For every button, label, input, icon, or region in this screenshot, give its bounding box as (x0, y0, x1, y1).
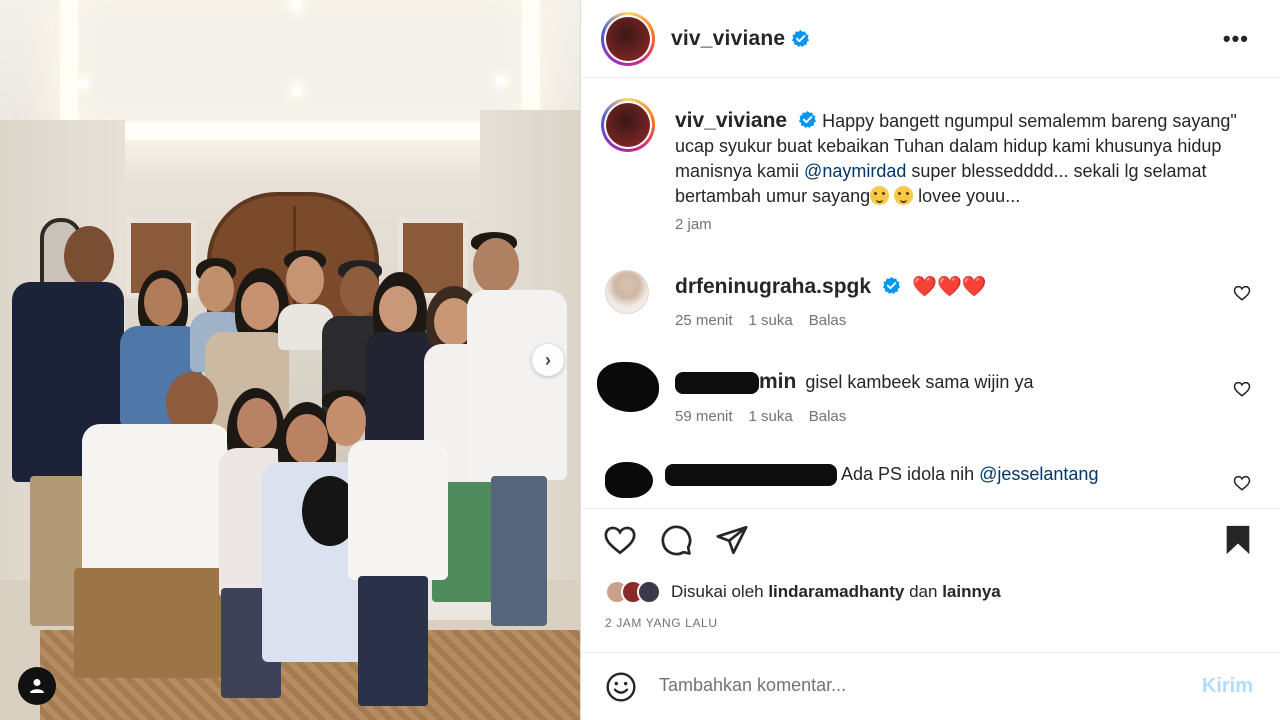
likes-middle: dan (904, 582, 943, 601)
caption-time[interactable]: 2 jam (675, 216, 712, 233)
author-username[interactable]: viv_viviane (671, 27, 785, 51)
comment-heart-icon[interactable] (1233, 474, 1251, 492)
post-action-bar (581, 508, 1280, 570)
comment-time[interactable]: 59 menit (675, 408, 733, 425)
likes-summary: Disukai oleh lindaramadhanty dan lainnya (605, 580, 1001, 604)
next-arrow-icon: › (545, 349, 551, 370)
likes-prefix: Disukai oleh (671, 582, 769, 601)
comment-input[interactable] (659, 675, 1159, 696)
photo-spotlight (78, 78, 88, 88)
comment-text: gisel kambeek sama wijin ya (805, 372, 1034, 392)
comment-heart-icon[interactable] (1233, 380, 1251, 398)
comment-heart-icon[interactable] (1233, 284, 1251, 302)
likes-text: Disukai oleh lindaramadhanty dan lainnya (671, 582, 1001, 602)
blowing-kiss-emoji-icon (894, 186, 914, 205)
verified-icon (882, 276, 901, 295)
tag-person-icon (30, 679, 44, 693)
commenter-username-partial[interactable]: min (759, 370, 796, 393)
next-image-button[interactable]: › (532, 344, 564, 376)
tagged-people-button[interactable] (18, 667, 56, 705)
photo-person (74, 372, 234, 692)
comment-text: ❤️❤️❤️ (912, 276, 987, 298)
post-timestamp[interactable]: 2 JAM YANG LALU (605, 616, 718, 630)
blowing-kiss-emoji-icon (870, 186, 890, 205)
share-icon[interactable] (715, 523, 749, 557)
photo-spotlight (496, 76, 506, 86)
photo-spotlight (292, 86, 302, 96)
caption-mention[interactable]: @naymirdad (804, 161, 906, 181)
post-photo[interactable]: › (0, 0, 580, 720)
caption-username[interactable]: viv_viviane (675, 109, 787, 132)
caption-author-avatar[interactable] (601, 98, 655, 152)
liker-username[interactable]: lindaramadhanty (768, 582, 904, 601)
comment-meta: 25 menit 1 suka Balas (675, 312, 846, 329)
caption-body-end: lovee youu... (913, 186, 1021, 206)
comment-time[interactable]: 25 menit (675, 312, 733, 329)
comment-body: Ada PS idola nih @jesselantang (665, 464, 1098, 487)
photo-ceiling-light (60, 0, 540, 140)
photo-spotlight (292, 0, 302, 10)
comment-like-count[interactable]: 1 suka (749, 408, 793, 425)
more-options-button[interactable]: ••• (1223, 26, 1249, 52)
commenter-avatar-redacted[interactable] (597, 362, 659, 412)
comment-meta: 59 menit 1 suka Balas (675, 408, 846, 425)
commenter-avatar[interactable] (605, 270, 649, 314)
comment-reply-button[interactable]: Balas (809, 312, 847, 329)
comment-mention[interactable]: @jesselantang (979, 464, 1098, 484)
author-avatar[interactable] (601, 11, 655, 66)
comment-like-count[interactable]: 1 suka (749, 312, 793, 329)
likes-others-link[interactable]: lainnya (942, 582, 1001, 601)
comment-text: Ada PS idola nih (841, 464, 980, 484)
smiley-icon[interactable] (605, 671, 637, 703)
add-comment-bar: Kirim (581, 652, 1280, 720)
comment-body: min gisel kambeek sama wijin ya (675, 370, 1034, 395)
caption-text: viv_viviane Happy bangett ngumpul semale… (675, 108, 1260, 209)
post-header: viv_viviane ••• (581, 0, 1280, 78)
comment-reply-button[interactable]: Balas (809, 408, 847, 425)
comment-icon[interactable] (659, 523, 693, 557)
heart-icon[interactable] (603, 523, 637, 557)
verified-icon (799, 110, 817, 129)
redacted-username-scribble (675, 372, 759, 395)
post-detail-panel: viv_viviane ••• viv_viviane Happy banget… (580, 0, 1280, 720)
commenter-avatar-redacted[interactable] (605, 462, 653, 498)
post-comment-button[interactable]: Kirim (1202, 675, 1253, 698)
comment-body: drfeninugraha.spgk ❤️❤️❤️ (675, 274, 987, 299)
liker-avatar[interactable] (637, 580, 661, 604)
verified-icon (792, 29, 810, 48)
photo-person (465, 232, 570, 632)
bookmark-icon[interactable] (1221, 523, 1255, 557)
commenter-username[interactable]: drfeninugraha.spgk (675, 275, 871, 298)
photo-person (318, 390, 448, 710)
redacted-username-scribble (665, 464, 837, 487)
